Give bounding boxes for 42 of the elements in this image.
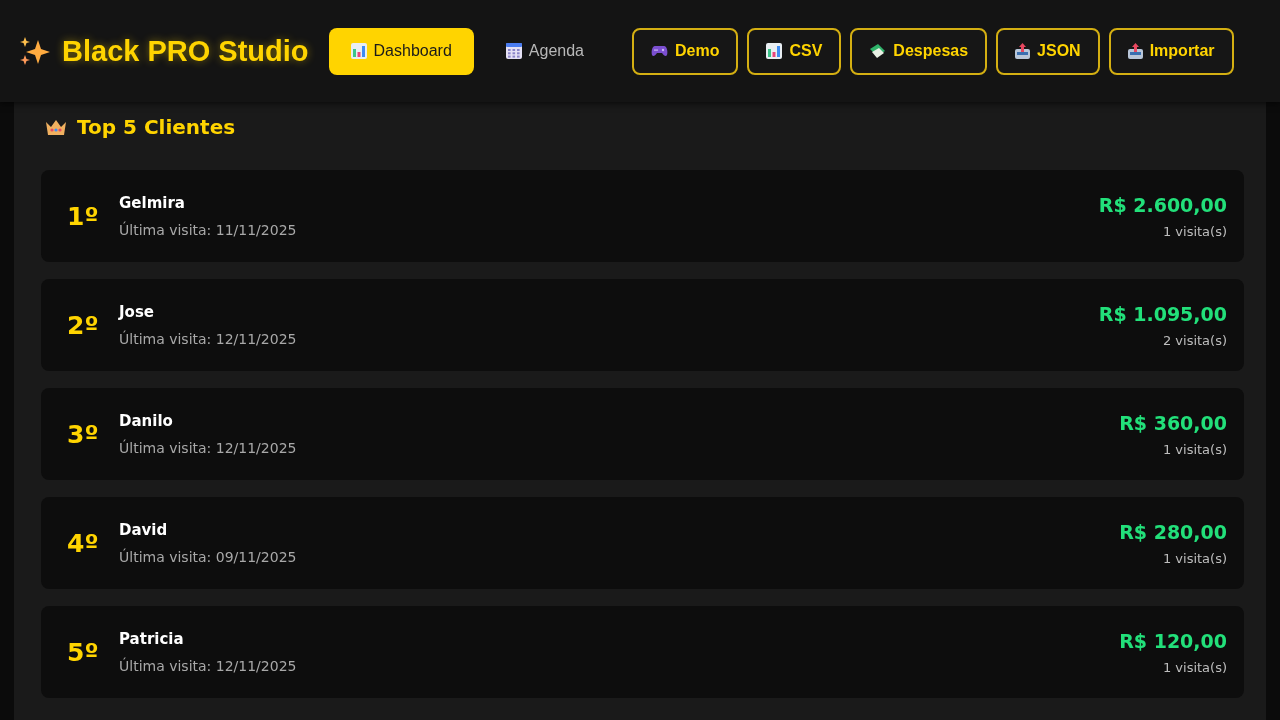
last-visit-text: Última visita: 11/11/2025 (119, 222, 298, 238)
toolbar-button[interactable]: CSV (747, 27, 842, 75)
rank-label: 1º (67, 201, 100, 231)
toolbar-button[interactable]: Despesas (850, 27, 988, 75)
nav-tab[interactable]: Dashboard (328, 27, 474, 75)
calendar-icon (505, 43, 522, 59)
client-name: Gelmira (119, 194, 186, 212)
crown-icon (45, 118, 67, 136)
total-amount: R$ 360,00 (1119, 411, 1227, 434)
last-visit-text: Última visita: 12/11/2025 (119, 658, 298, 674)
toolbar-button[interactable]: JSON (996, 27, 1100, 75)
toolbar-button[interactable]: Demo (632, 27, 739, 75)
total-amount: R$ 1.095,00 (1098, 302, 1227, 325)
toolbar-button[interactable]: Importar (1108, 27, 1234, 75)
visit-count: 1 visita(s) (1162, 223, 1227, 239)
rank-label: 2º (67, 310, 100, 340)
total-amount: R$ 2.600,00 (1098, 193, 1227, 216)
client-name: David (119, 521, 169, 539)
total-amount: R$ 120,00 (1119, 629, 1227, 652)
outbox-icon (1127, 43, 1143, 59)
visit-count: 1 visita(s) (1162, 550, 1227, 566)
last-visit-text: Última visita: 12/11/2025 (119, 331, 298, 347)
bar-chart-icon (350, 43, 367, 59)
section-title: Top 5 Clientes (77, 115, 236, 139)
last-visit-text: Última visita: 09/11/2025 (119, 549, 298, 565)
visit-count: 1 visita(s) (1162, 659, 1227, 675)
app-title: Black PRO Studio (62, 34, 309, 68)
nav-tab[interactable]: Agenda (483, 27, 606, 75)
bar-chart-icon (766, 43, 783, 59)
rank-label: 5º (67, 637, 100, 667)
total-amount: R$ 280,00 (1119, 520, 1227, 543)
rank-label: 3º (67, 419, 100, 449)
client-name: Danilo (119, 412, 174, 430)
client-name: Jose (119, 303, 155, 321)
gamepad-icon (651, 44, 668, 58)
visit-count: 1 visita(s) (1162, 441, 1227, 457)
money-icon (869, 43, 887, 59)
rank-label: 4º (67, 528, 100, 558)
last-visit-text: Última visita: 12/11/2025 (119, 440, 298, 456)
visit-count: 2 visita(s) (1162, 332, 1227, 348)
outbox-icon (1015, 43, 1031, 59)
client-name: Patricia (119, 630, 185, 648)
